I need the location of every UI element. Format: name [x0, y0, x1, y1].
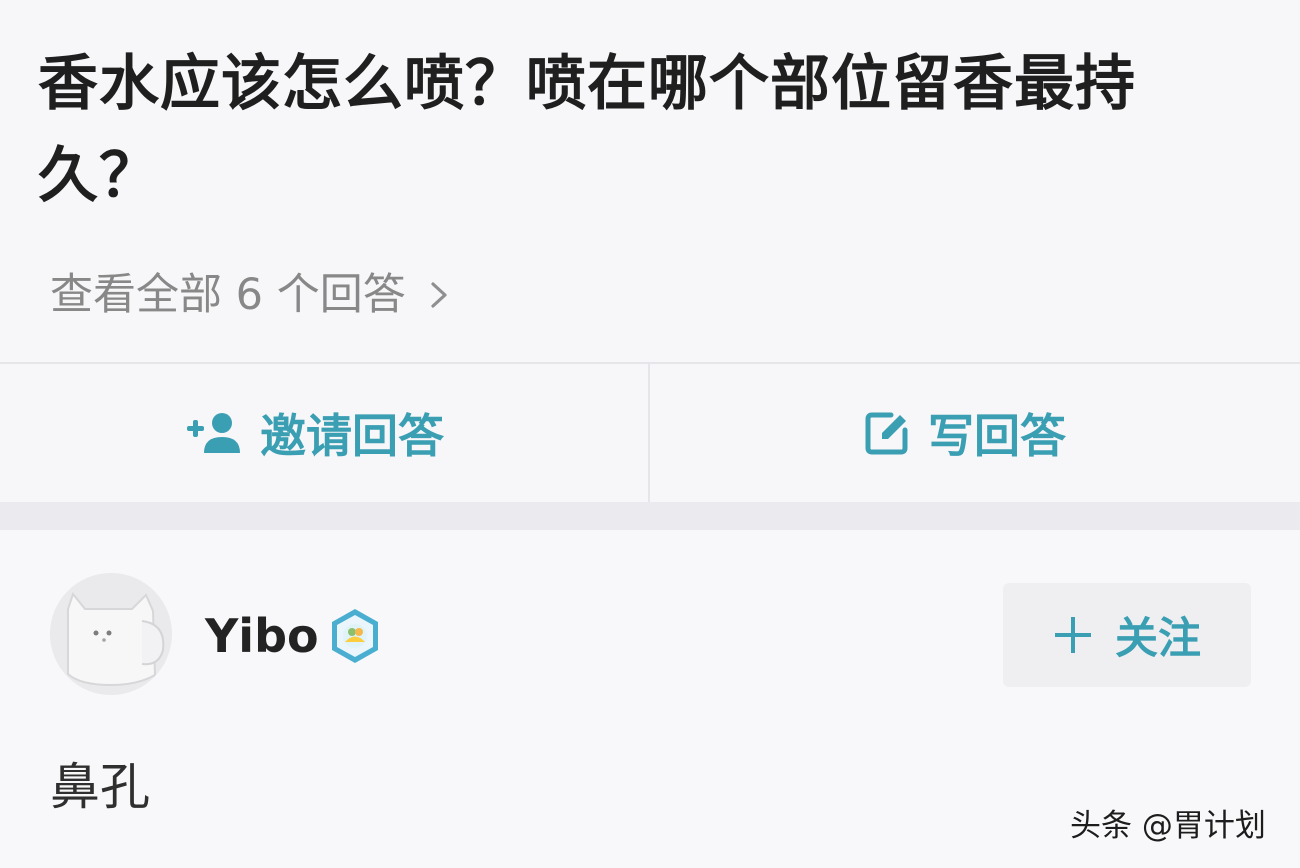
answer-text: 鼻孔 [50, 758, 150, 816]
write-answer-button[interactable]: 写回答 [860, 364, 1066, 502]
plus-icon [1055, 617, 1091, 653]
follow-label: 关注 [1115, 614, 1201, 664]
question-section: 香水应该怎么喷？喷在哪个部位留香最持久？ 查看全部 6 个回答 [0, 0, 1300, 362]
follow-button[interactable]: 关注 [1003, 583, 1251, 687]
action-bar: 邀请回答 写回答 [0, 364, 1300, 502]
edit-icon [865, 412, 908, 455]
verified-badge-icon [332, 609, 378, 663]
cartoon-dog-icon [50, 573, 172, 695]
view-all-answers-link[interactable]: 查看全部 6 个回答 [50, 265, 454, 325]
add-user-icon [187, 413, 240, 453]
section-separator [0, 502, 1300, 530]
source-watermark: 头条 @胃计划 [1070, 808, 1266, 844]
action-divider [648, 364, 650, 502]
invite-answer-label: 邀请回答 [260, 409, 444, 463]
chevron-right-icon [431, 282, 447, 308]
write-answer-label: 写回答 [928, 409, 1066, 463]
view-all-answers-label: 查看全部 6 个回答 [50, 270, 406, 320]
question-title: 香水应该怎么喷？喷在哪个部位留香最持久？ [38, 49, 1136, 211]
avatar[interactable] [50, 573, 172, 695]
username[interactable]: Yibo [205, 608, 319, 664]
invite-answer-button[interactable]: 邀请回答 [184, 364, 444, 502]
